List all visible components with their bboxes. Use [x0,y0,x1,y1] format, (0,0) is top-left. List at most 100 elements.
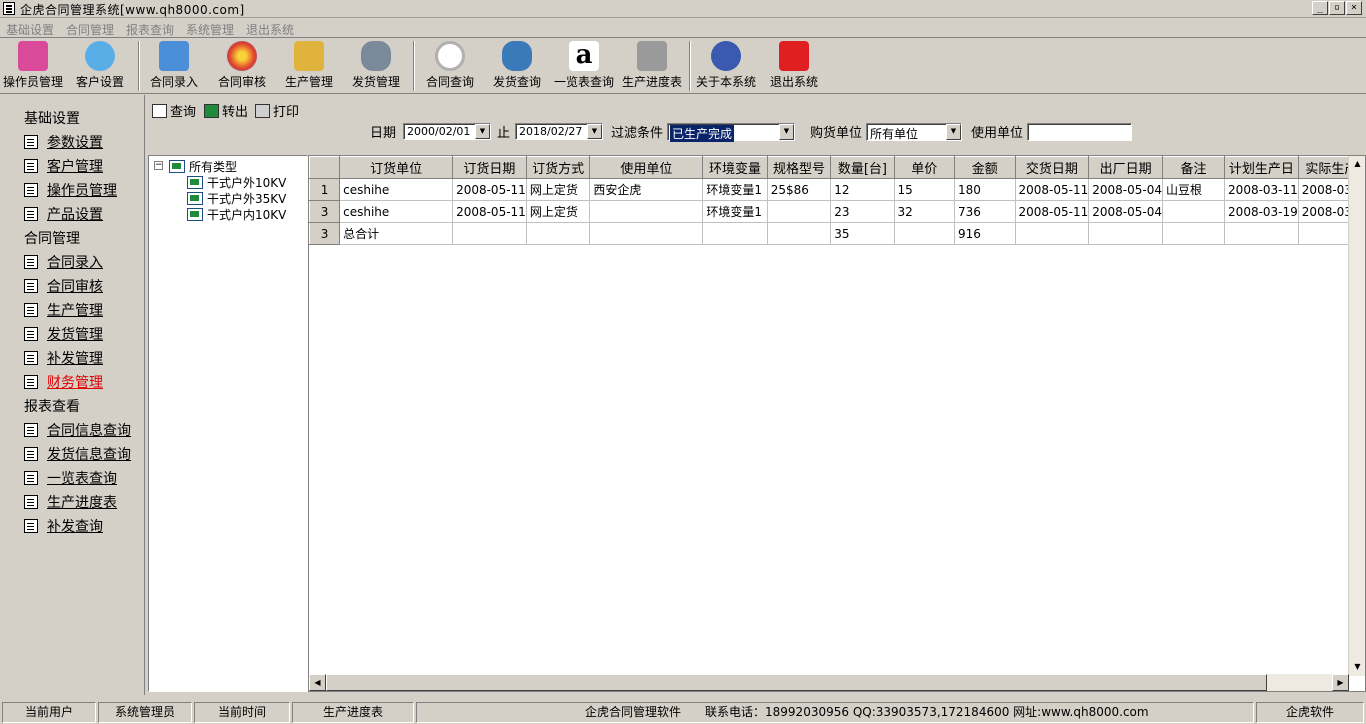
table-cell[interactable]: 环境变量1 [702,178,768,201]
column-header[interactable]: 交货日期 [1014,156,1090,179]
sidebar-item-operator-management[interactable]: 操作员管理 [24,180,117,200]
sidebar-item-production-management[interactable]: 生产管理 [24,300,103,320]
condition-select[interactable]: 已生产完成 ▼ [667,123,795,142]
table-cell[interactable] [1015,222,1090,245]
column-header[interactable]: 环境变量 [702,156,768,179]
toolbar-operator-button[interactable]: 操作员管理 [2,41,64,93]
toolbar-shipping-query-button[interactable]: 发货查询 [489,41,545,93]
sidebar-item-parameter-settings[interactable]: 参数设置 [24,132,103,152]
table-cell[interactable] [767,222,832,245]
tree-node-child[interactable]: 干式户内10KV [187,206,286,223]
table-cell[interactable] [526,222,591,245]
sidebar-item-reissue-management[interactable]: 补发管理 [24,348,103,368]
column-header[interactable]: 使用单位 [589,156,704,179]
table-cell[interactable]: 25$86 [767,178,832,201]
table-cell[interactable]: 2008-03-11 [1224,178,1299,201]
restore-button[interactable]: ▫ [1329,1,1345,15]
row-number[interactable]: 1 [309,178,341,201]
column-header[interactable]: 数量[台] [830,156,895,179]
chevron-down-icon[interactable]: ▼ [475,124,490,139]
table-cell[interactable]: 15 [894,178,956,201]
toolbar-overview-query-button[interactable]: a 一览表查询 [553,41,615,93]
table-cell[interactable] [1224,222,1299,245]
row-header-corner[interactable] [309,156,341,179]
table-cell[interactable]: 网上定货 [526,178,591,201]
sidebar-item-finance-management[interactable]: 财务管理 [24,372,103,392]
tree-node-child[interactable]: 干式户外10KV [187,174,286,191]
sidebar-group-contract[interactable]: 合同管理 [24,228,80,248]
app-icon[interactable] [3,2,15,15]
column-header[interactable]: 单价 [893,156,956,179]
export-button[interactable]: 转出 [204,101,248,120]
table-cell[interactable]: 736 [954,200,1016,223]
toolbar-contract-review-button[interactable]: 合同审核 [214,41,270,93]
chevron-down-icon[interactable]: ▼ [946,124,961,140]
tree-node-child[interactable]: 干式户外35KV [187,190,286,207]
column-header[interactable]: 金额 [954,156,1016,179]
toolbar-customer-button[interactable]: 客户设置 [72,41,128,93]
table-cell[interactable] [1088,222,1164,245]
sidebar-item-customer-management[interactable]: 客户管理 [24,156,103,176]
column-header[interactable]: 出厂日期 [1088,156,1164,179]
menu-exit-system[interactable]: 退出系统 [246,21,294,38]
minimize-button[interactable]: _ [1312,1,1328,15]
scroll-up-icon[interactable]: ▲ [1349,156,1365,173]
menu-report-query[interactable]: 报表查询 [126,21,174,38]
horizontal-scrollbar[interactable]: ◀ ▶ [309,674,1349,691]
table-cell[interactable] [702,222,768,245]
table-cell[interactable]: 32 [894,200,956,223]
sidebar-item-contract-review[interactable]: 合同审核 [24,276,103,296]
date-from-picker[interactable]: 2000/02/01 ▼ [403,123,491,140]
table-total-row[interactable]: 3 总合计 35 916 [309,222,1365,245]
sidebar-item-contract-entry[interactable]: 合同录入 [24,252,103,272]
toolbar-about-button[interactable]: 关于本系统 [694,41,758,93]
vertical-scrollbar[interactable]: ▲ ▼ [1348,156,1365,676]
sidebar-item-shipping-info-query[interactable]: 发货信息查询 [24,444,131,464]
scroll-left-icon[interactable]: ◀ [309,674,326,691]
tree-node-root[interactable]: 所有类型 [169,158,237,175]
table-cell[interactable] [452,222,527,245]
scroll-down-icon[interactable]: ▼ [1349,659,1365,676]
horizontal-scroll-thumb[interactable] [326,674,1267,691]
sidebar-group-basic[interactable]: 基础设置 [24,108,80,128]
query-button[interactable]: 查询 [152,101,196,120]
table-cell[interactable]: 总合计 [339,222,454,245]
table-row[interactable]: 3 ceshihe 2008-05-11 网上定货 环境变量1 23 32 73… [309,200,1365,223]
toolbar-contract-entry-button[interactable]: 合同录入 [146,41,202,93]
sidebar-item-production-progress[interactable]: 生产进度表 [24,492,117,512]
row-number[interactable]: 3 [309,222,341,245]
sidebar-item-overview-query[interactable]: 一览表查询 [24,468,117,488]
table-cell[interactable]: ceshihe [339,178,454,201]
table-cell[interactable]: 2008-05-11 [1015,178,1090,201]
chevron-down-icon[interactable]: ▼ [779,124,794,140]
chevron-down-icon[interactable]: ▼ [587,124,602,139]
row-number[interactable]: 3 [309,200,341,223]
menu-contract-management[interactable]: 合同管理 [66,21,114,38]
column-header[interactable]: 计划生产日 [1224,156,1299,179]
user-unit-input[interactable] [1027,123,1132,141]
table-cell[interactable] [589,222,704,245]
column-header[interactable]: 订货日期 [452,156,527,179]
table-cell[interactable]: 2008-05-11 [452,200,527,223]
toolbar-exit-button[interactable]: 退出系统 [766,41,822,93]
table-cell[interactable]: 2008-03-19 [1224,200,1299,223]
toolbar-production-button[interactable]: 生产管理 [281,41,337,93]
table-cell[interactable]: 35 [830,222,895,245]
sidebar-group-reports[interactable]: 报表查看 [24,396,80,416]
table-cell[interactable]: 西安企虎 [589,178,704,201]
table-cell[interactable] [1162,222,1226,245]
table-cell[interactable]: 12 [830,178,895,201]
table-cell[interactable]: 网上定货 [526,200,591,223]
date-to-picker[interactable]: 2018/02/27 ▼ [515,123,603,140]
table-row[interactable]: 1 ceshihe 2008-05-11 网上定货 西安企虎 环境变量1 25$… [309,178,1365,201]
table-cell[interactable] [767,200,832,223]
print-button[interactable]: 打印 [255,101,299,120]
sidebar-item-contract-info-query[interactable]: 合同信息查询 [24,420,131,440]
sidebar-item-reissue-query[interactable]: 补发查询 [24,516,103,536]
toolbar-contract-query-button[interactable]: 合同查询 [422,41,478,93]
collapse-icon[interactable]: − [154,161,163,170]
sidebar-item-shipping-management[interactable]: 发货管理 [24,324,103,344]
toolbar-progress-button[interactable]: 生产进度表 [620,41,684,93]
scroll-right-icon[interactable]: ▶ [1332,674,1349,691]
table-cell[interactable]: 180 [954,178,1016,201]
